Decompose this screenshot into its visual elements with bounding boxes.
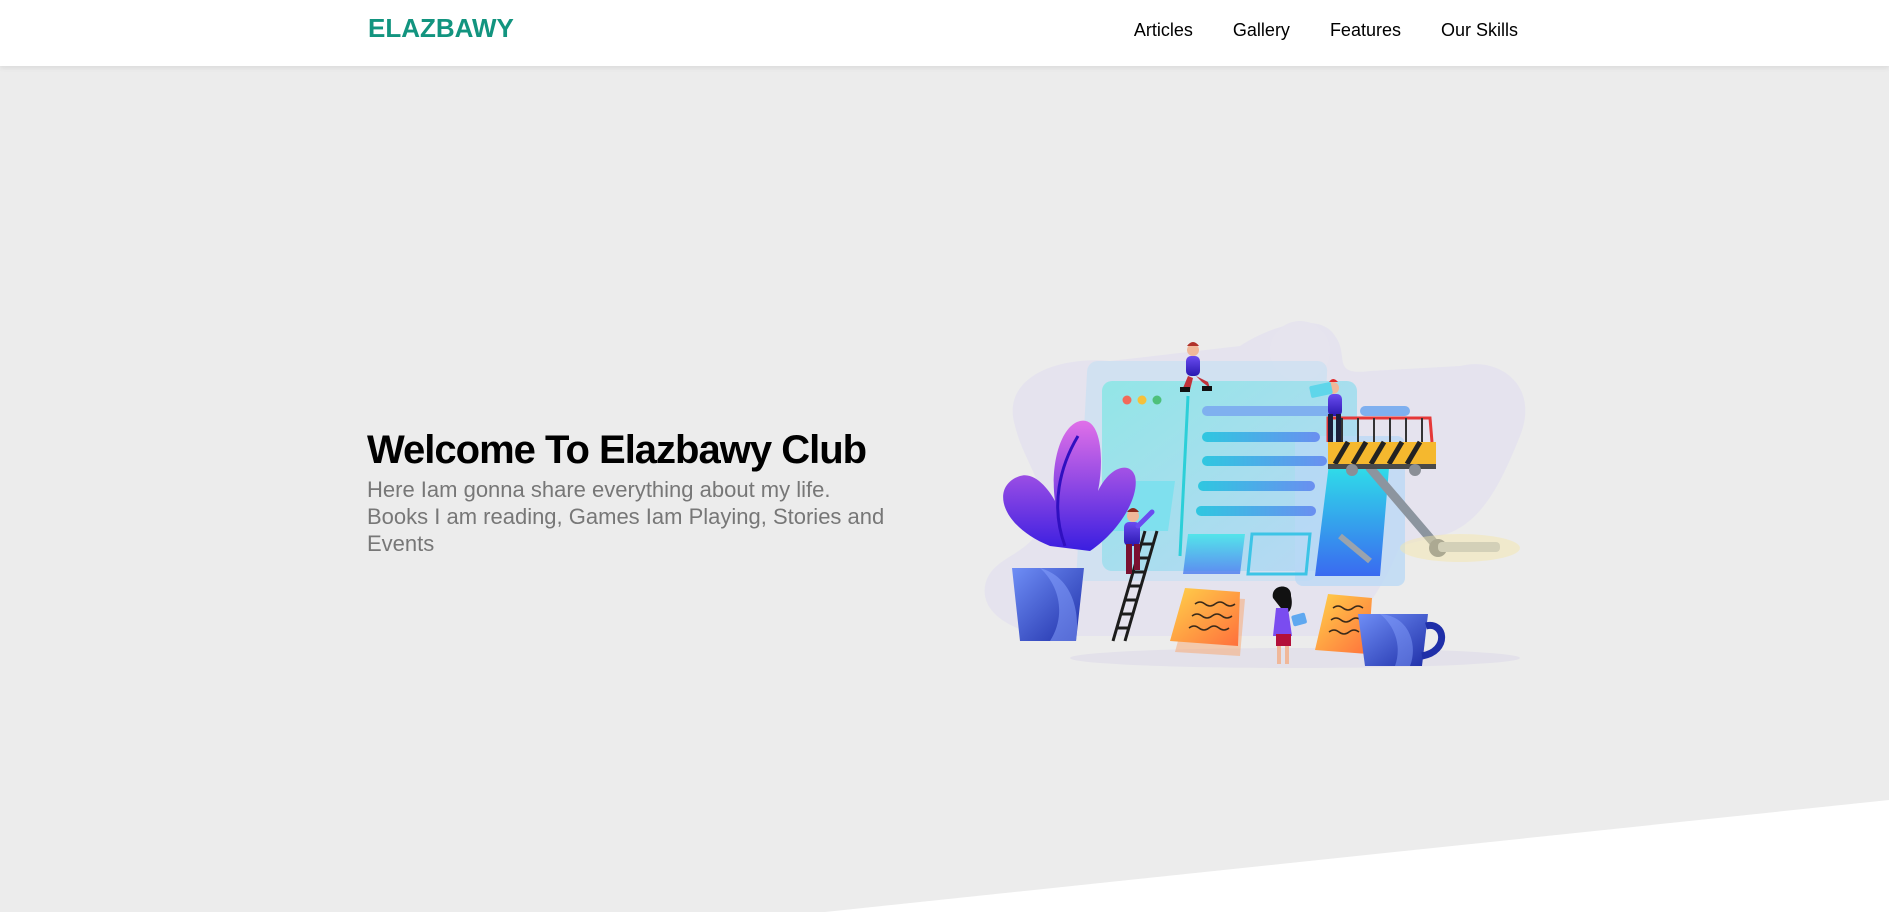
nav-link-features[interactable]: Features <box>1310 0 1421 60</box>
nav-link-gallery[interactable]: Gallery <box>1213 0 1310 60</box>
landing-text: Welcome To Elazbawy Club Here Iam gonna … <box>367 426 887 557</box>
site-header: ELAZBAWY Articles Gallery Features Our S… <box>0 0 1889 66</box>
main-nav: Articles Gallery Features Our Skills <box>1114 0 1518 60</box>
nav-link-articles[interactable]: Articles <box>1114 0 1213 60</box>
landing-section: Welcome To Elazbawy Club Here Iam gonna … <box>0 66 1889 912</box>
landing-description: Here Iam gonna share everything about my… <box>367 477 885 556</box>
landing-illustration <box>984 321 1526 668</box>
nav-link-our-skills[interactable]: Our Skills <box>1421 0 1518 60</box>
landing-title: Welcome To Elazbawy Club <box>367 428 867 472</box>
site-logo[interactable]: ELAZBAWY <box>368 13 514 44</box>
